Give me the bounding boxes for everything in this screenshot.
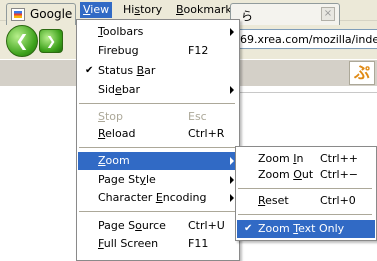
menu-item-character-encoding[interactable]: Character Encoding (78, 189, 238, 207)
menu-item-zoom-text-only[interactable]: ✔ Zoom Text Only (237, 220, 375, 238)
menu-item-zoom-out[interactable]: Zoom Out Ctrl+− (237, 166, 375, 184)
menu-item-firebug[interactable]: Firebug F12 (78, 42, 238, 60)
menu-item-zoom[interactable]: Zoom (78, 152, 238, 170)
view-menu: Toolbars Firebug F12 ✔ Status Bar Sideba… (76, 19, 240, 261)
menu-separator (79, 103, 235, 104)
tab-label: Google (30, 7, 73, 21)
zoom-submenu: Zoom In Ctrl++ Zoom Out Ctrl+− Reset Ctr… (235, 146, 377, 241)
menu-item-page-style[interactable]: Page Style (78, 171, 238, 189)
tab-active[interactable]: ら × (230, 3, 340, 25)
submenu-arrow-icon (230, 28, 234, 36)
menu-history[interactable]: History (120, 2, 165, 18)
menu-separator (79, 211, 235, 212)
back-arrow-icon: ❮ (15, 31, 29, 50)
new-tab-icon[interactable]: ぷ (349, 61, 375, 85)
menu-item-reload[interactable]: Reload Ctrl+R (78, 125, 238, 143)
divider (238, 92, 377, 93)
submenu-arrow-icon (230, 176, 234, 184)
forward-button[interactable]: ❯ (39, 29, 63, 53)
menu-item-reset[interactable]: Reset Ctrl+0 (237, 192, 375, 210)
menu-separator (238, 214, 372, 215)
menu-item-sidebar[interactable]: Sidebar (78, 81, 238, 99)
menu-separator (238, 188, 372, 189)
tab-close-icon[interactable]: × (321, 7, 335, 21)
checkmark-icon: ✔ (244, 223, 253, 234)
menu-item-stop: Stop Esc (98, 110, 207, 123)
submenu-arrow-icon (230, 86, 234, 94)
menu-item-full-screen[interactable]: Full Screen F11 (78, 235, 238, 253)
menu-separator (79, 147, 235, 148)
forward-arrow-icon: ❯ (45, 34, 57, 48)
address-bar[interactable]: 69.xrea.com/mozilla/index. (236, 29, 377, 49)
submenu-arrow-icon (230, 157, 234, 165)
menu-item-toolbars[interactable]: Toolbars (78, 23, 238, 41)
menu-item-status-bar[interactable]: ✔ Status Bar (78, 62, 238, 80)
tab-google[interactable]: Google (6, 3, 76, 25)
menu-item-page-source[interactable]: Page Source Ctrl+U (78, 217, 238, 235)
tab-label: ら (241, 9, 254, 23)
address-text: 69.xrea.com/mozilla/index. (240, 33, 377, 46)
checkmark-icon: ✔ (85, 65, 94, 76)
back-button[interactable]: ❮ (6, 25, 38, 57)
submenu-arrow-icon (230, 194, 234, 202)
google-favicon-icon (11, 8, 25, 21)
menu-view[interactable]: View (80, 2, 113, 18)
